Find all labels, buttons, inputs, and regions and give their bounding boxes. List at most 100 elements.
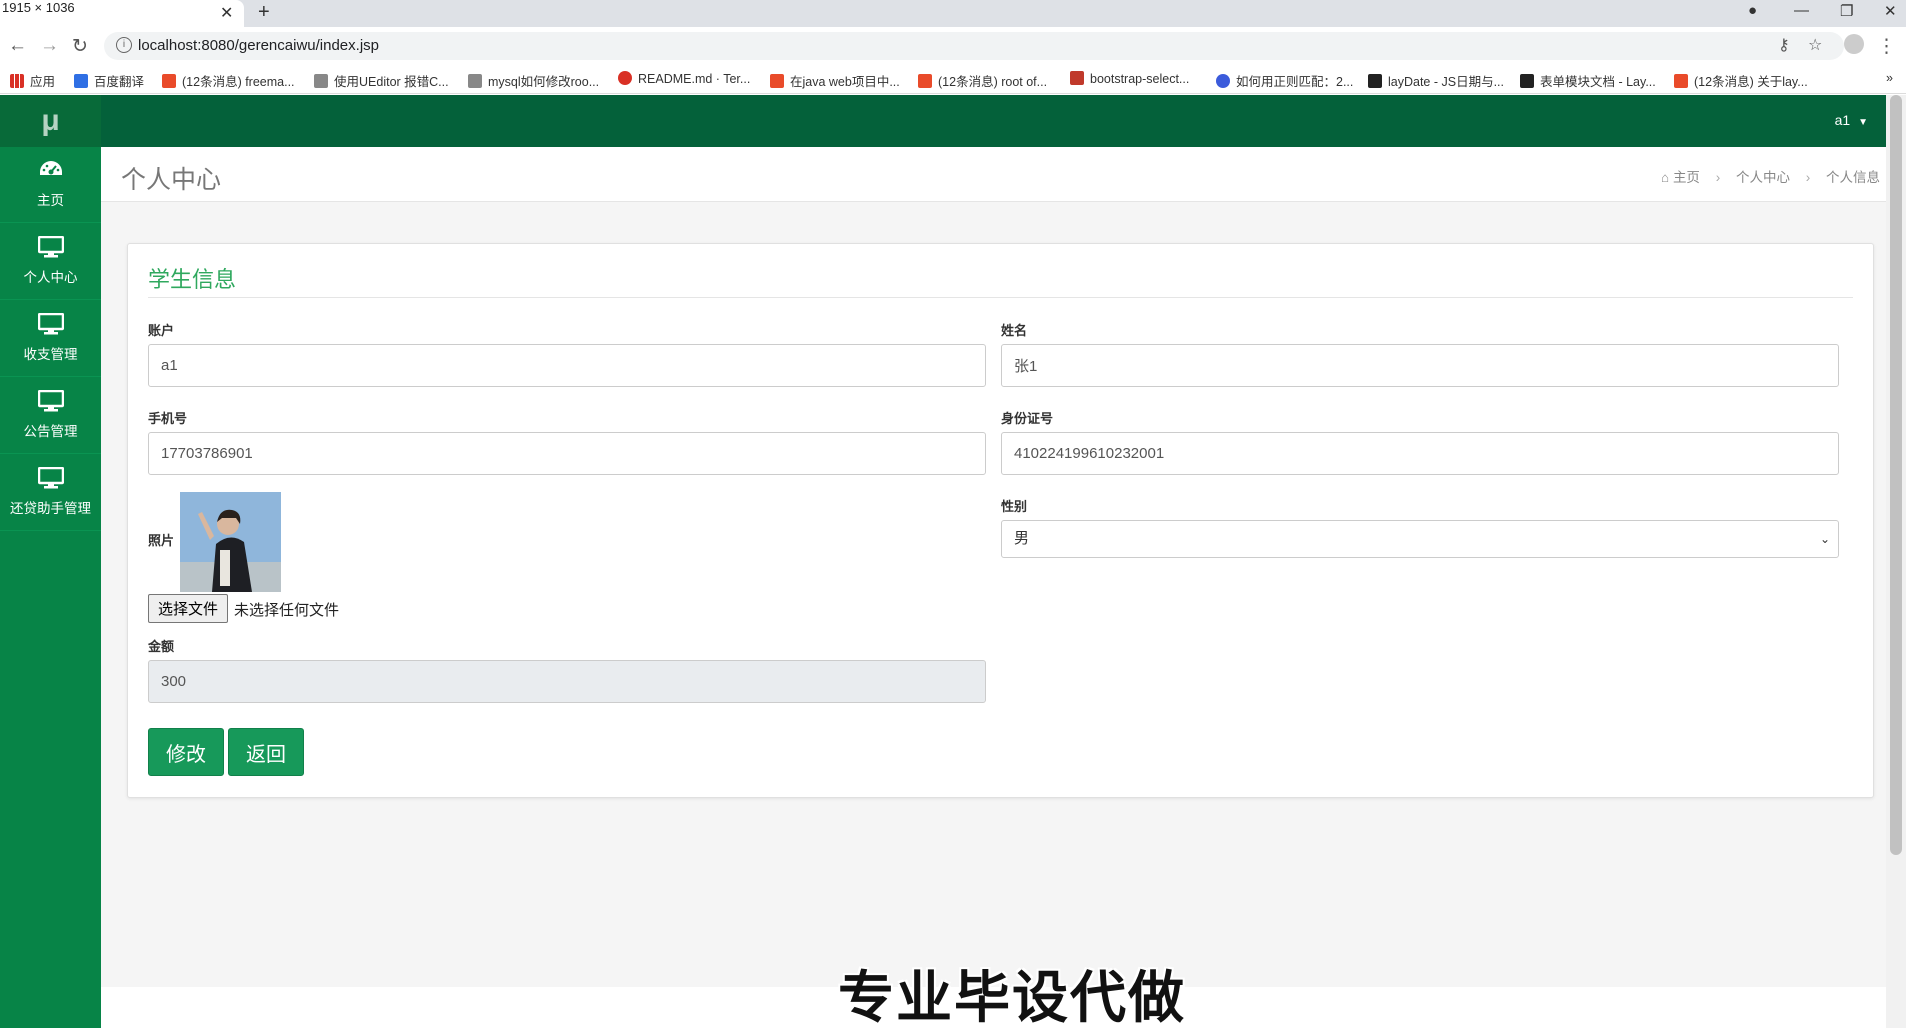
sidebar-item-notices[interactable]: 公告管理: [0, 378, 101, 454]
key-icon[interactable]: ⚷: [1778, 35, 1790, 55]
student-info-card: 学生信息 账户 姓名 手机号 身份证号 照片 选择文件 未选择任何文件: [127, 243, 1874, 798]
monitor-icon: [38, 467, 64, 489]
sidebar-item-label: 还贷助手管理: [10, 501, 91, 516]
menu-icon[interactable]: ⋮: [1877, 35, 1896, 58]
app-logo[interactable]: μ: [0, 95, 101, 147]
top-navbar: a1 ▼: [101, 95, 1906, 147]
breadcrumb-separator: ›: [1715, 170, 1721, 185]
user-name: a1: [1834, 112, 1851, 128]
bookmark-favicon-icon: [1070, 71, 1084, 85]
browser-tab[interactable]: 1915 × 1036 ✕: [0, 0, 244, 27]
form-title: 学生信息: [148, 267, 237, 292]
amount-label: 金额: [148, 639, 175, 654]
bookmark-favicon-icon: [314, 74, 328, 88]
back-icon[interactable]: ←: [8, 35, 27, 57]
forward-icon[interactable]: →: [40, 35, 59, 57]
browser-tabstrip: 1915 × 1036 ✕ + ● — ❐ ✕: [0, 0, 1906, 27]
bookmark-item[interactable]: mysql如何修改roo...: [468, 71, 599, 90]
amount-input: [148, 660, 986, 703]
bookmark-favicon-icon: [1520, 74, 1534, 88]
divider: [148, 297, 1853, 298]
monitor-icon: [38, 236, 64, 258]
bookmark-item[interactable]: 在java web项目中...: [770, 71, 900, 90]
gender-select[interactable]: 男 ⌄: [1001, 520, 1839, 558]
page-scrollbar[interactable]: [1886, 95, 1906, 1028]
page-title: 个人中心: [121, 166, 222, 194]
apps-grid-icon: [10, 74, 24, 88]
gender-selected-value: 男: [1014, 530, 1030, 547]
sidebar-item-label: 收支管理: [23, 347, 78, 362]
bookmark-item[interactable]: (12条消息) 关于lay...: [1674, 71, 1808, 90]
caret-down-icon: ▼: [1858, 117, 1868, 128]
site-info-icon[interactable]: i: [116, 37, 132, 53]
breadcrumb: ⌂ 主页 › 个人中心 › 个人信息: [1661, 166, 1880, 186]
watermark-text: 专业毕设代做: [838, 966, 1186, 1028]
name-label: 姓名: [1001, 323, 1028, 338]
submit-button[interactable]: 修改: [148, 728, 224, 776]
sidebar: μ 主页 个人中心 收支管理 公告管理 还贷助手管理: [0, 95, 101, 1028]
bookmark-favicon-icon: [918, 74, 932, 88]
bookmark-item[interactable]: 使用UEditor 报错C...: [314, 71, 449, 90]
breadcrumb-separator: ›: [1805, 170, 1811, 185]
idcard-label: 身份证号: [1001, 411, 1054, 426]
url-text: localhost:8080/gerencaiwu/index.jsp: [138, 37, 379, 54]
close-tab-icon[interactable]: ✕: [220, 3, 233, 23]
bookmark-favicon-icon: [162, 74, 176, 88]
home-icon: ⌂: [1661, 170, 1670, 185]
sidebar-item-finance[interactable]: 收支管理: [0, 301, 101, 377]
phone-label: 手机号: [148, 411, 188, 426]
bookmark-item[interactable]: layDate - JS日期与...: [1368, 71, 1504, 90]
bookmarks-bar: 应用 百度翻译 (12条消息) freema... 使用UEditor 报错C.…: [0, 65, 1906, 94]
avatar[interactable]: [1844, 34, 1864, 54]
main-content: 学生信息 账户 姓名 手机号 身份证号 照片 选择文件 未选择任何文件: [101, 202, 1886, 987]
new-tab-icon[interactable]: +: [258, 1, 270, 24]
bookmark-item[interactable]: (12条消息) root of...: [918, 71, 1047, 90]
bookmark-item[interactable]: (12条消息) freema...: [162, 71, 295, 90]
account-label: 账户: [148, 323, 175, 338]
monitor-icon: [38, 390, 64, 412]
page-header: 个人中心 ⌂ 主页 › 个人中心 › 个人信息: [101, 147, 1886, 202]
name-input[interactable]: [1001, 344, 1839, 387]
bookmark-favicon-icon: [468, 74, 482, 88]
breadcrumb-personal-center[interactable]: 个人中心: [1736, 170, 1790, 185]
back-button[interactable]: 返回: [228, 728, 304, 776]
scrollbar-thumb[interactable]: [1890, 95, 1902, 855]
breadcrumb-home[interactable]: 主页: [1673, 170, 1700, 185]
sidebar-item-loan-assistant[interactable]: 还贷助手管理: [0, 455, 101, 531]
file-status-text: 未选择任何文件: [234, 602, 340, 619]
user-menu[interactable]: a1 ▼: [1835, 112, 1868, 128]
bookmark-item[interactable]: 如何用正则匹配：2...: [1216, 71, 1353, 90]
restore-icon[interactable]: ❐: [1840, 2, 1853, 20]
photo-label: 照片: [148, 533, 175, 548]
bookmark-favicon-icon: [1674, 74, 1688, 88]
sidebar-item-label: 主页: [37, 193, 64, 208]
bookmark-star-icon[interactable]: ☆: [1808, 35, 1822, 55]
bookmarks-overflow-icon[interactable]: »: [1886, 71, 1893, 85]
monitor-icon: [38, 313, 64, 335]
phone-input[interactable]: [148, 432, 986, 475]
gender-label: 性别: [1001, 499, 1028, 514]
dashboard-icon: [40, 161, 62, 175]
address-bar[interactable]: i localhost:8080/gerencaiwu/index.jsp ⚷ …: [104, 32, 1864, 60]
reload-icon[interactable]: ↻: [72, 35, 88, 58]
sidebar-item-label: 公告管理: [23, 424, 78, 439]
profile-menu-icon[interactable]: ●: [1748, 2, 1757, 19]
bookmark-apps[interactable]: 应用: [10, 71, 55, 90]
bookmark-item[interactable]: bootstrap-select...: [1070, 71, 1189, 86]
minimize-icon[interactable]: —: [1794, 2, 1809, 19]
profile-photo-image: [180, 492, 281, 592]
close-window-icon[interactable]: ✕: [1884, 2, 1897, 20]
idcard-input[interactable]: [1001, 432, 1839, 475]
profile-photo: [180, 492, 281, 592]
sidebar-item-personal-center[interactable]: 个人中心: [0, 224, 101, 300]
screenshot-dimensions-overlay: 1915 × 1036: [0, 0, 77, 15]
bookmark-favicon-icon: [1216, 74, 1230, 88]
sidebar-item-home[interactable]: 主页: [0, 147, 101, 223]
bookmark-item[interactable]: README.md · Ter...: [618, 71, 750, 86]
bookmark-item[interactable]: 表单模块文档 - Lay...: [1520, 71, 1656, 90]
account-input[interactable]: [148, 344, 986, 387]
choose-file-button[interactable]: 选择文件: [148, 594, 228, 623]
chevron-down-icon: ⌄: [1819, 532, 1830, 546]
breadcrumb-current: 个人信息: [1826, 170, 1880, 185]
bookmark-item[interactable]: 百度翻译: [74, 71, 144, 90]
